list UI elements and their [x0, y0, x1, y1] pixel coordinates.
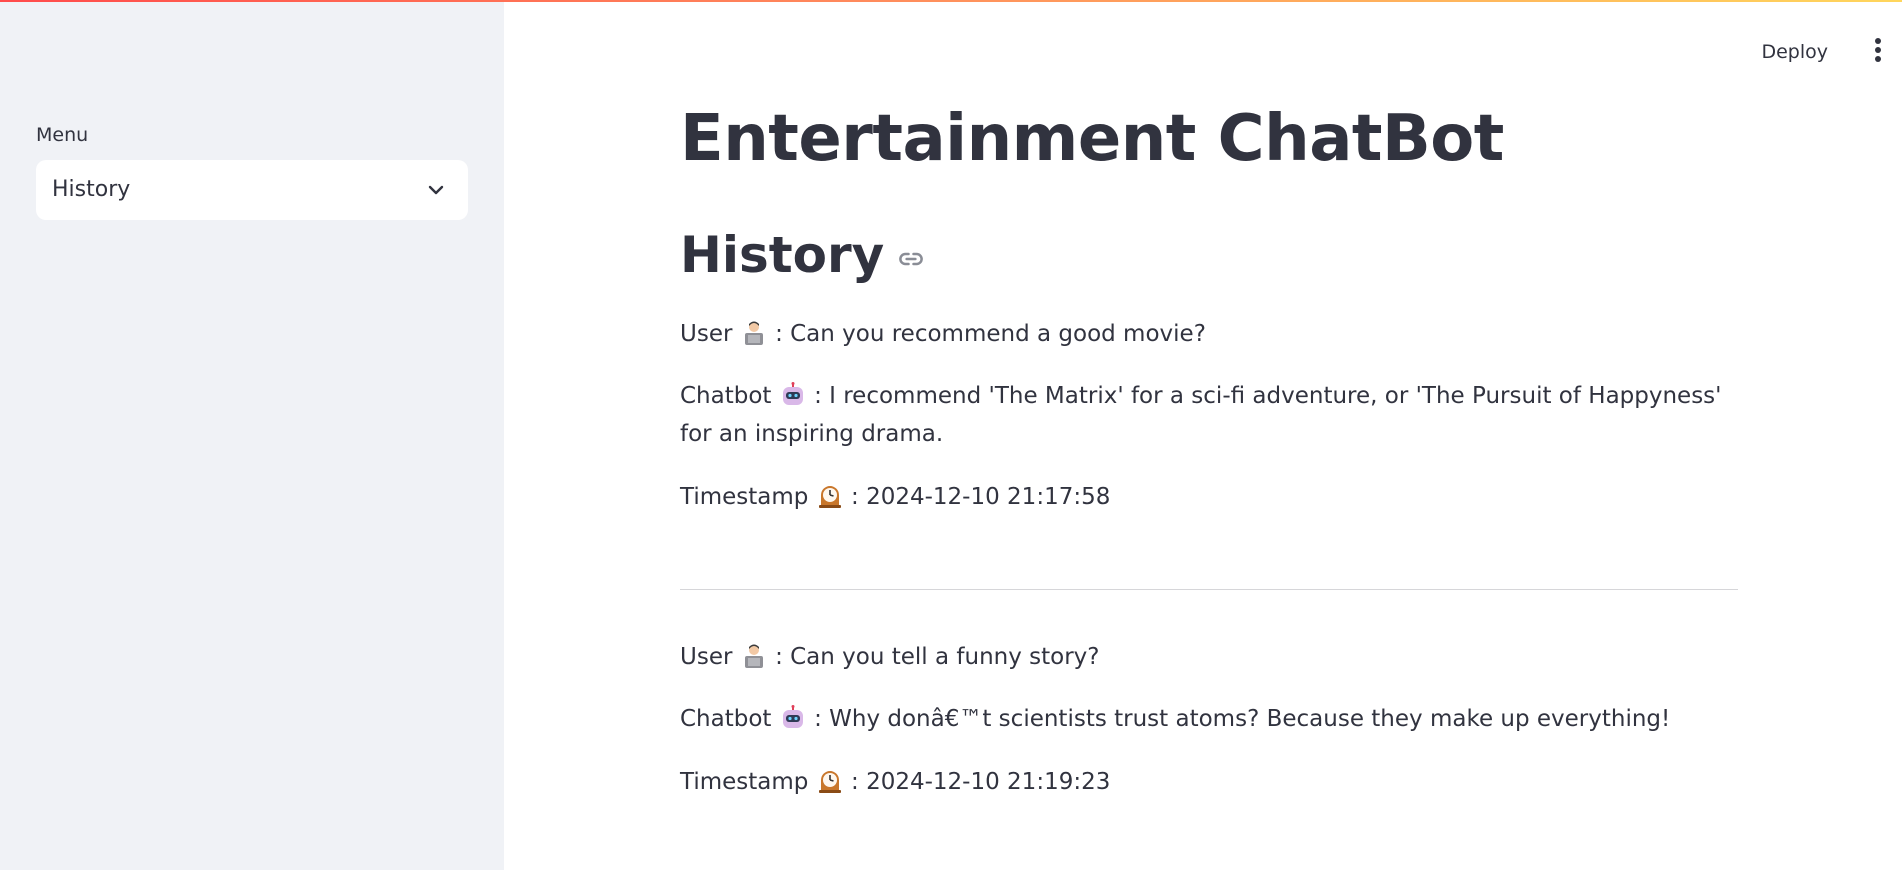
- clock-emoji-icon: [818, 486, 841, 508]
- user-message: : Can you tell a funny story?: [775, 644, 1100, 670]
- chatbot-label: Chatbot: [680, 383, 772, 409]
- chatbot-label: Chatbot: [680, 706, 772, 732]
- history-timestamp-line: Timestamp : 2024-12-10 21:17:58: [680, 478, 1738, 516]
- top-accent-bar: [0, 0, 1902, 2]
- user-label: User: [680, 644, 733, 670]
- section-title-text: History: [680, 226, 885, 284]
- robot-emoji-icon: [782, 382, 803, 405]
- page-title: Entertainment ChatBot: [680, 102, 1504, 176]
- app-header: Deploy: [504, 0, 1902, 104]
- robot-emoji-icon: [782, 705, 803, 728]
- timestamp-value: : 2024-12-10 21:19:23: [851, 769, 1111, 795]
- user-label: User: [680, 321, 733, 347]
- deploy-button[interactable]: Deploy: [1751, 36, 1838, 68]
- history-user-line: User : Can you tell a funny story?: [680, 638, 1738, 676]
- clock-emoji-icon: [818, 771, 841, 793]
- timestamp-value: : 2024-12-10 21:17:58: [851, 484, 1111, 510]
- section-title: History: [680, 226, 926, 284]
- sidebar: Menu History: [0, 0, 504, 870]
- history-bot-line: Chatbot : Why donâ€™t scientists trust a…: [680, 700, 1738, 738]
- user-emoji-icon: [744, 644, 763, 668]
- history-timestamp-line: Timestamp : 2024-12-10 21:19:23: [680, 763, 1738, 801]
- kebab-menu-icon[interactable]: [1872, 38, 1884, 66]
- menu-select-value: History: [52, 177, 131, 202]
- menu-label: Menu: [36, 124, 89, 146]
- chatbot-message: : Why donâ€™t scientists trust atoms? Be…: [814, 706, 1671, 732]
- history-bot-line: Chatbot : I recommend 'The Matrix' for a…: [680, 377, 1738, 453]
- timestamp-label: Timestamp: [680, 769, 809, 795]
- entry-divider: [680, 589, 1738, 590]
- timestamp-label: Timestamp: [680, 484, 809, 510]
- user-message: : Can you recommend a good movie?: [775, 321, 1206, 347]
- chevron-down-icon: [428, 185, 444, 195]
- chatbot-message: : I recommend 'The Matrix' for a sci-fi …: [680, 383, 1722, 447]
- link-icon[interactable]: [896, 244, 926, 274]
- menu-select[interactable]: History: [36, 160, 468, 220]
- user-emoji-icon: [744, 321, 763, 345]
- history-user-line: User : Can you recommend a good movie?: [680, 315, 1738, 353]
